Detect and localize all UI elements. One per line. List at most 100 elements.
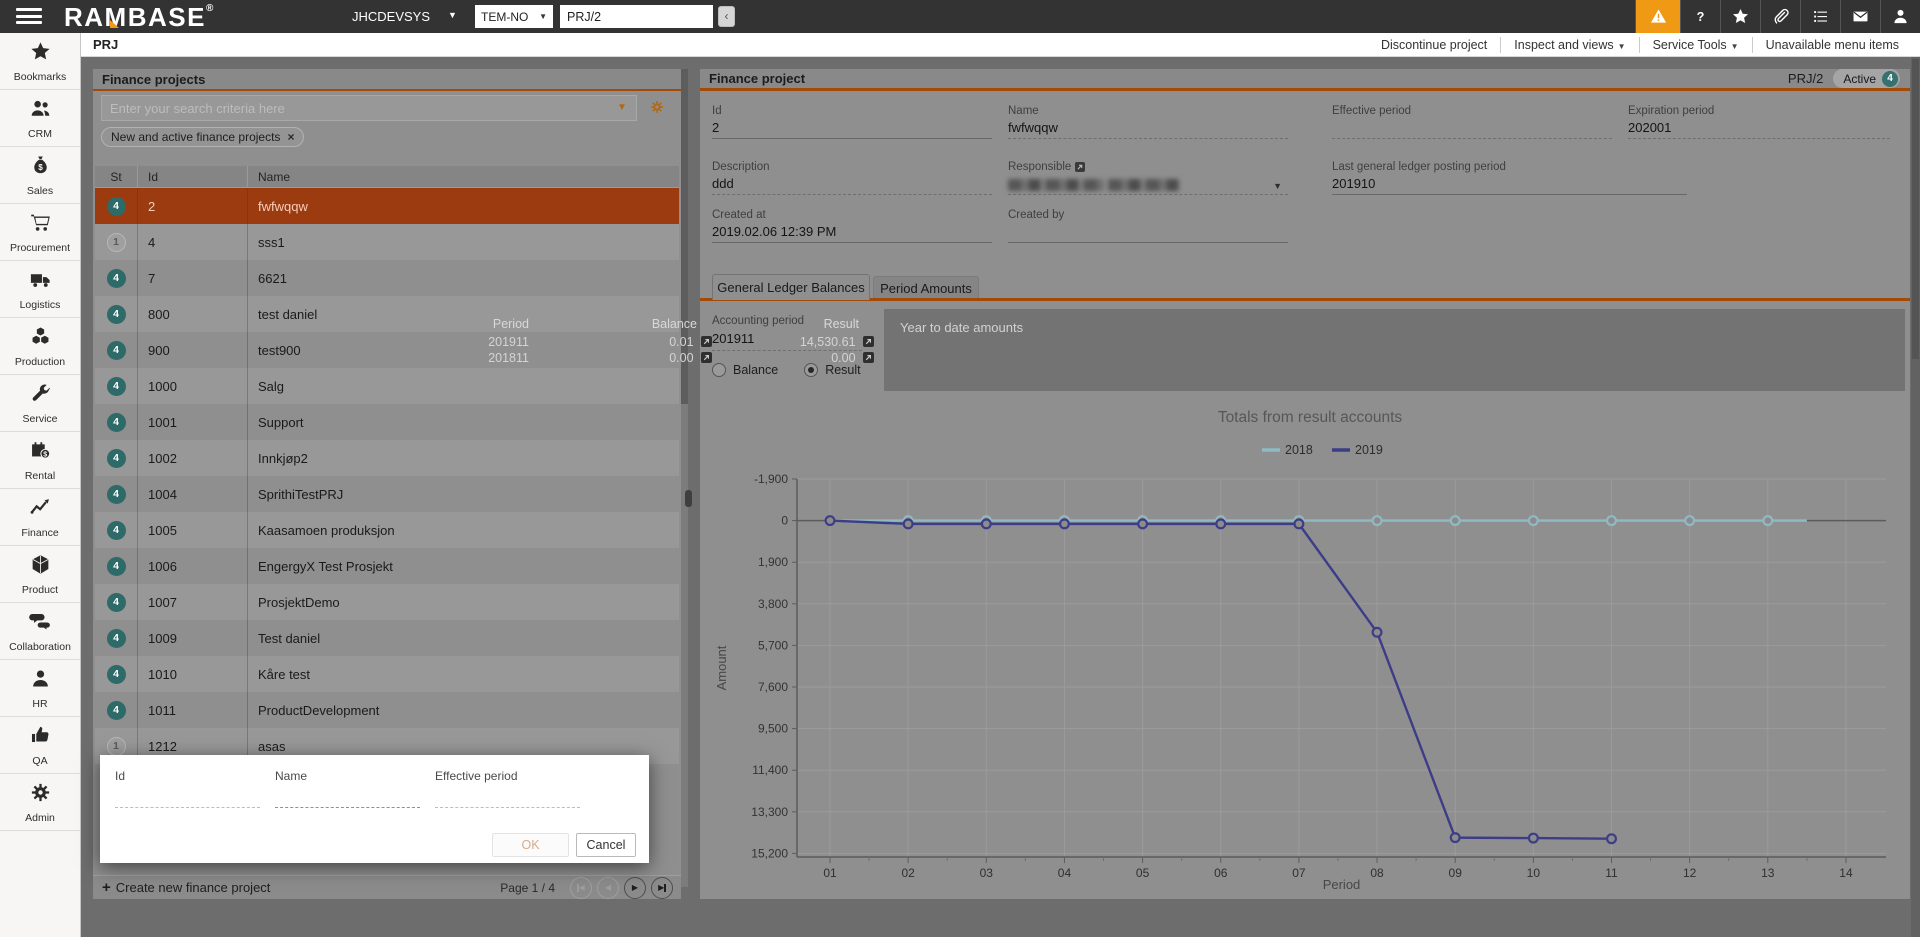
alert-icon[interactable] — [1635, 0, 1680, 33]
filter-chip[interactable]: New and active finance projects× — [101, 127, 304, 147]
svg-text:3,800: 3,800 — [758, 597, 788, 611]
hamburger-menu-icon[interactable] — [16, 8, 42, 25]
field-effective-period[interactable]: Effective period — [1332, 105, 1612, 139]
drilldown-icon[interactable] — [701, 336, 712, 347]
table-row[interactable]: 41010Kåre test — [95, 656, 679, 692]
sidebar-item-production[interactable]: Production — [0, 318, 80, 375]
sidebar-item-finance[interactable]: Finance — [0, 489, 80, 546]
svg-text:7,600: 7,600 — [758, 680, 788, 694]
pager-last-button[interactable]: ▶ — [651, 877, 673, 899]
sidebar-item-qa[interactable]: QA — [0, 717, 80, 774]
dialog-field-effective-period[interactable]: Effective period — [435, 769, 580, 808]
field-description[interactable]: Descriptionddd — [712, 161, 992, 195]
table-row[interactable]: 42fwfwqqw — [95, 188, 679, 224]
search-input[interactable] — [101, 95, 637, 121]
table-row[interactable]: 41001Support — [95, 404, 679, 440]
table-row[interactable]: 41011ProductDevelopment — [95, 692, 679, 728]
module-select[interactable]: TEM-NO▼ — [475, 5, 553, 28]
field-created-by: Created by — [1008, 209, 1288, 243]
sidebar-item-procurement[interactable]: Procurement — [0, 204, 80, 261]
accounting-period-value[interactable]: 201911 — [712, 331, 754, 346]
tab-period-amounts[interactable]: Period Amounts — [873, 276, 979, 300]
search-dropdown-icon[interactable]: ▼ — [617, 102, 627, 113]
table-row[interactable]: 41005Kaasamoen produksjon — [95, 512, 679, 548]
menu-action-service-tools[interactable]: Service Tools▼ — [1639, 37, 1752, 53]
program-search-input[interactable] — [560, 5, 713, 28]
drilldown-icon[interactable] — [1075, 162, 1085, 172]
sidebar-item-hr[interactable]: HR — [0, 660, 80, 717]
back-button[interactable]: ‹ — [718, 6, 735, 27]
table-row[interactable]: 41004SprithiTestPRJ — [95, 476, 679, 512]
table-row[interactable]: 41009Test daniel — [95, 620, 679, 656]
mail-icon[interactable] — [1840, 0, 1880, 33]
cell-name: 6621 — [247, 260, 679, 296]
sidebar-item-logistics[interactable]: Logistics — [0, 261, 80, 318]
pager-first-button[interactable]: ◀ — [570, 877, 592, 899]
drilldown-icon[interactable] — [863, 352, 874, 363]
status-badge: Active4 — [1833, 69, 1900, 88]
sidebar-item-label: CRM — [0, 128, 80, 140]
thumbs-up-icon — [29, 724, 52, 747]
gear-icon[interactable] — [649, 99, 665, 115]
favorites-icon[interactable] — [1720, 0, 1760, 33]
menu-action-unavailable-menu-items[interactable]: Unavailable menu items — [1752, 37, 1912, 53]
cell-id: 1006 — [137, 548, 247, 584]
tasks-icon[interactable] — [1800, 0, 1840, 33]
sidebar-item-admin[interactable]: Admin — [0, 774, 80, 831]
menu-action-inspect-and-views[interactable]: Inspect and views▼ — [1500, 37, 1638, 53]
ok-button[interactable]: OK — [492, 833, 569, 857]
chevron-down-icon: ▼ — [539, 12, 547, 21]
panel-splitter-handle[interactable] — [685, 490, 692, 507]
attachment-icon[interactable] — [1760, 0, 1800, 33]
chip-close-icon[interactable]: × — [287, 130, 294, 144]
user-icon[interactable] — [1880, 0, 1920, 33]
chat-icon — [29, 610, 52, 633]
page-scrollbar[interactable] — [1911, 57, 1920, 937]
sidebar-item-bookmarks[interactable]: Bookmarks — [0, 33, 80, 90]
field-responsible[interactable]: Responsible ▼ — [1008, 161, 1288, 195]
sidebar-item-crm[interactable]: CRM — [0, 90, 80, 147]
table-row[interactable]: 41007ProsjektDemo — [95, 584, 679, 620]
drilldown-icon[interactable] — [863, 336, 874, 347]
radio-balance[interactable]: Balance — [712, 363, 778, 377]
table-row[interactable]: 4900test900 — [95, 332, 679, 368]
document-ref: PRJ/2 — [1788, 68, 1823, 90]
field-name[interactable]: Namefwfwqqw — [1008, 105, 1288, 139]
system-caret-icon[interactable]: ▼ — [448, 10, 457, 20]
table-row[interactable]: 41002Innkjøp2 — [95, 440, 679, 476]
table-row[interactable]: 41000Salg — [95, 368, 679, 404]
status-badge: 4 — [107, 485, 126, 504]
dialog-field-name[interactable]: Name — [275, 769, 420, 808]
sidebar-item-rental[interactable]: $Rental — [0, 432, 80, 489]
table-row[interactable]: 476621 — [95, 260, 679, 296]
radio-label: Result — [825, 363, 860, 377]
table-row[interactable]: 41006EngergyX Test Prosjekt — [95, 548, 679, 584]
list-scrollbar[interactable] — [681, 69, 688, 887]
drilldown-icon[interactable] — [701, 352, 712, 363]
sidebar: BookmarksCRM$SalesProcurementLogisticsPr… — [0, 33, 81, 937]
breadcrumb: PRJ — [93, 37, 118, 52]
scrollbar-thumb[interactable] — [1912, 59, 1919, 359]
pager-next-button[interactable]: ▶ — [624, 877, 646, 899]
svg-text:Amount: Amount — [714, 645, 729, 690]
help-icon[interactable]: ? — [1680, 0, 1720, 33]
svg-text:01: 01 — [823, 866, 837, 880]
table-row[interactable]: 14sss1 — [95, 224, 679, 260]
registered-mark: ® — [206, 3, 215, 14]
system-name[interactable]: JHCDEVSYS — [352, 9, 430, 24]
field-expiration-period[interactable]: Expiration period202001 — [1628, 105, 1890, 139]
svg-text:1,900: 1,900 — [758, 555, 788, 569]
sidebar-item-service[interactable]: Service — [0, 375, 80, 432]
menu-action-discontinue-project[interactable]: Discontinue project — [1368, 37, 1500, 53]
create-project-button[interactable]: +Create new finance project — [93, 879, 270, 896]
table-row[interactable]: 4800test daniel — [95, 296, 679, 332]
sidebar-item-product[interactable]: Product — [0, 546, 80, 603]
sidebar-item-sales[interactable]: $Sales — [0, 147, 80, 204]
cancel-button[interactable]: Cancel — [576, 833, 636, 857]
tab-general-ledger-balances[interactable]: General Ledger Balances — [712, 274, 870, 300]
dialog-field-id[interactable]: Id — [115, 769, 260, 808]
pager-prev-button[interactable]: ◀ — [597, 877, 619, 899]
sidebar-item-collaboration[interactable]: Collaboration — [0, 603, 80, 660]
chevron-down-icon[interactable]: ▼ — [1273, 181, 1282, 191]
radio-result[interactable]: Result — [804, 363, 860, 377]
